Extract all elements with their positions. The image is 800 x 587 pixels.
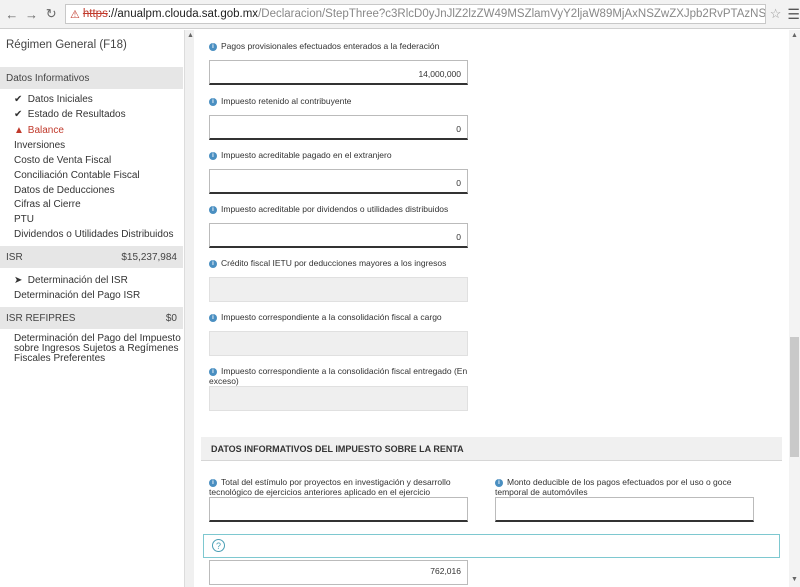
- sidebar: Régimen General (F18) Datos Informativos…: [0, 30, 183, 587]
- sidebar-item-costo-venta[interactable]: Costo de Venta Fiscal: [14, 155, 111, 166]
- sidebar-item-determinacion-isr[interactable]: ➤ Determinación del ISR: [14, 275, 128, 286]
- monto-automoviles-input[interactable]: [495, 497, 754, 522]
- credito-ietu-input: [209, 277, 468, 302]
- pagos-provisionales-input[interactable]: 14,000,000: [209, 60, 468, 85]
- refipres-label: ISR REFIPRES: [6, 312, 76, 324]
- forward-icon[interactable]: →: [24, 6, 40, 22]
- warning-icon: ▲: [14, 125, 24, 136]
- scroll-down-icon[interactable]: ▼: [791, 576, 798, 583]
- sidebar-item-refipres-pago[interactable]: Determinación del Pago del Impuesto sobr…: [14, 334, 181, 364]
- check-circle-icon: ✔: [14, 94, 23, 105]
- field-label: i Impuesto acreditable por dividendos o u…: [209, 204, 448, 214]
- field-label: i Impuesto acreditable pagado en el extra…: [209, 150, 392, 160]
- bookmark-star-icon[interactable]: ☆: [770, 6, 782, 22]
- scroll-up-icon[interactable]: ▲: [791, 32, 798, 39]
- question-circle-icon[interactable]: ?: [212, 539, 225, 552]
- info-icon[interactable]: i: [495, 478, 503, 487]
- url-host: ://anualpm.clouda.sat.gob.mx: [107, 8, 259, 20]
- field-label: i Total del estímulo por proyectos en inv…: [209, 477, 451, 497]
- sidebar-section-refipres[interactable]: ISR REFIPRES $0: [0, 307, 183, 329]
- sidebar-title: Régimen General (F18): [6, 39, 127, 51]
- sidebar-section-label: Datos Informativos: [6, 72, 90, 84]
- info-icon[interactable]: i: [209, 313, 217, 322]
- sidebar-item-datos-iniciales[interactable]: ✔ Datos Iniciales: [14, 94, 93, 105]
- consolidacion-exceso-input: [209, 386, 468, 411]
- info-icon[interactable]: i: [209, 259, 217, 268]
- field-label: i Impuesto correspondiente a la consolida…: [209, 312, 442, 322]
- sidebar-item-estado-resultados[interactable]: ✔ Estado de Resultados: [14, 109, 126, 120]
- check-circle-icon: ✔: [14, 109, 23, 120]
- total-value-input[interactable]: 762,016: [209, 560, 468, 585]
- back-icon[interactable]: ←: [4, 6, 20, 22]
- browser-menu-icon[interactable]: ☰: [787, 6, 800, 23]
- impuesto-dividendos-input[interactable]: 0: [209, 223, 468, 248]
- scrollbar-thumb[interactable]: [790, 337, 799, 457]
- sidebar-item-pago-isr[interactable]: Determinación del Pago ISR: [14, 290, 140, 301]
- isr-amount: $15,237,984: [121, 251, 177, 263]
- form-panel: i Pagos provisionales efectuados enterado…: [195, 30, 788, 587]
- sidebar-item-dividendos[interactable]: Dividendos o Utilidades Distribuidos: [14, 229, 174, 240]
- sidebar-scrollbar[interactable]: ▲: [184, 30, 194, 587]
- info-icon[interactable]: i: [209, 42, 217, 51]
- consolidacion-cargo-input: [209, 331, 468, 356]
- impuesto-retenido-input[interactable]: 0: [209, 115, 468, 140]
- sidebar-item-inversiones[interactable]: Inversiones: [14, 140, 65, 151]
- info-icon[interactable]: i: [209, 205, 217, 214]
- sidebar-item-conciliacion[interactable]: Conciliación Contable Fiscal: [14, 170, 140, 181]
- isr-label: ISR: [6, 251, 23, 263]
- field-label: i Pagos provisionales efectuados enterado…: [209, 41, 439, 51]
- section-header-informativos-isr: DATOS INFORMATIVOS DEL IMPUESTO SOBRE LA…: [201, 437, 782, 461]
- sidebar-section-isr[interactable]: ISR $15,237,984: [0, 246, 183, 268]
- sidebar-item-deducciones[interactable]: Datos de Deducciones: [14, 185, 115, 196]
- sidebar-item-balance[interactable]: ▲ Balance: [14, 125, 64, 136]
- help-box[interactable]: ?: [203, 534, 780, 558]
- sidebar-section-informativos[interactable]: Datos Informativos: [0, 67, 183, 89]
- url-scheme: https: [82, 8, 108, 20]
- sidebar-item-ptu[interactable]: PTU: [14, 214, 34, 225]
- arrow-right-icon: ➤: [14, 275, 23, 286]
- refipres-amount: $0: [165, 312, 177, 324]
- field-label: i Impuesto retenido al contribuyente: [209, 96, 351, 106]
- insecure-lock-icon: ⚠: [70, 8, 80, 21]
- url-path: /Declaracion/StepThree?c3RlcD0yJnJlZ2lzZ…: [258, 8, 766, 20]
- address-bar[interactable]: ⚠ https ://anualpm.clouda.sat.gob.mx /De…: [65, 4, 766, 24]
- field-label: i Impuesto correspondiente a la consolida…: [209, 366, 468, 386]
- sidebar-item-cifras-cierre[interactable]: Cifras al Cierre: [14, 199, 81, 210]
- info-icon[interactable]: i: [209, 151, 217, 160]
- scroll-up-icon[interactable]: ▲: [187, 32, 194, 39]
- info-icon[interactable]: i: [209, 97, 217, 106]
- info-icon[interactable]: i: [209, 367, 217, 376]
- main-scrollbar[interactable]: ▲ ▼: [789, 30, 800, 587]
- field-label: i Monto deducible de los pagos efectuados…: [495, 477, 732, 497]
- estimulo-investigacion-input[interactable]: [209, 497, 468, 522]
- impuesto-extranjero-input[interactable]: 0: [209, 169, 468, 194]
- field-label: i Crédito fiscal IETU por deducciones may…: [209, 258, 446, 268]
- info-icon[interactable]: i: [209, 478, 217, 487]
- browser-toolbar: ← → ↻ ⚠ https ://anualpm.clouda.sat.gob.…: [0, 0, 800, 29]
- reload-icon[interactable]: ↻: [43, 6, 59, 22]
